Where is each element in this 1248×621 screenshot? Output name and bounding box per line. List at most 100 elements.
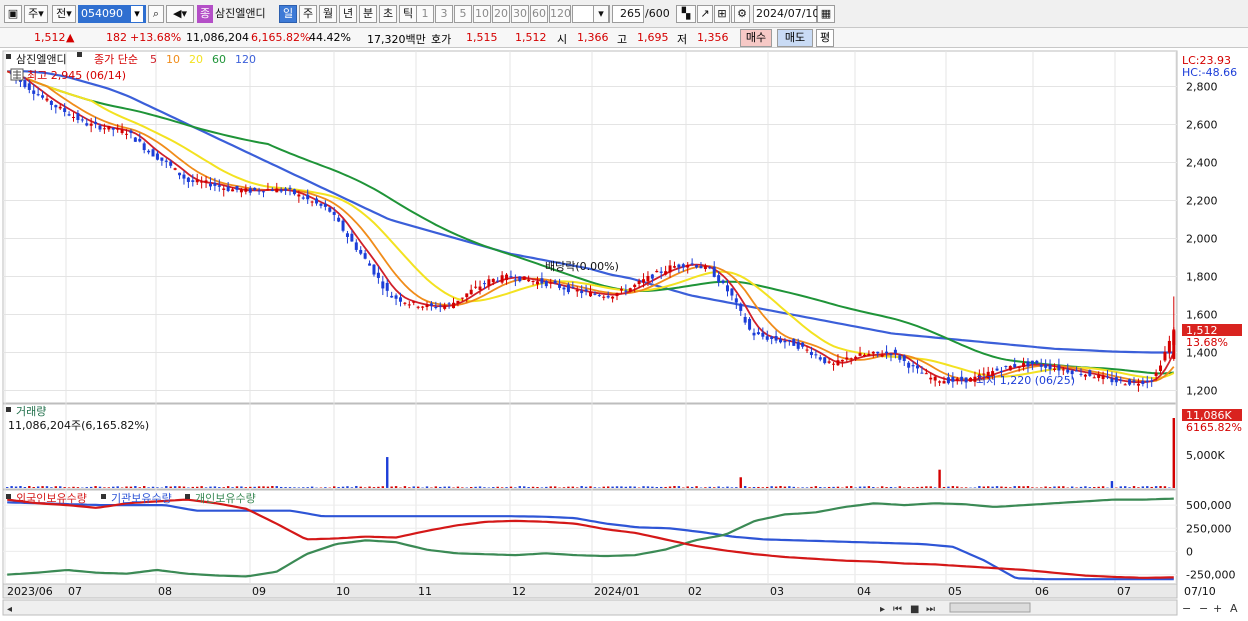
candle-body — [969, 377, 973, 382]
candle-body — [933, 376, 937, 381]
candle-body — [540, 278, 544, 284]
candle-body — [1052, 368, 1056, 370]
gear-icon[interactable]: ⚙ — [734, 5, 750, 23]
period-select[interactable]: 전▾ — [52, 5, 76, 23]
stock-code-input[interactable]: 054090 ▾ — [78, 5, 146, 23]
volume-bar — [933, 487, 937, 488]
candle-body — [178, 172, 182, 176]
search-icon[interactable]: ⌕ — [148, 5, 164, 23]
candle-body — [306, 194, 310, 200]
speaker-icon[interactable]: ◀▾ — [166, 5, 194, 23]
period-tab-6[interactable]: 틱 — [399, 5, 417, 23]
volume-bar — [823, 487, 826, 488]
period-tab-5[interactable]: 초 — [379, 5, 397, 23]
candle-body — [677, 264, 681, 268]
interval-tab-30[interactable]: 30 — [511, 5, 529, 23]
candle-body — [107, 125, 111, 130]
date-input[interactable]: 2024/07/10 — [753, 5, 819, 23]
sell-button[interactable]: 매도 — [777, 29, 813, 47]
indicator-icon[interactable]: ↗ — [697, 5, 713, 23]
candle-body — [646, 276, 650, 282]
period-tab-1[interactable]: 주 — [299, 5, 317, 23]
volume-bar — [447, 486, 451, 488]
stock-badge: 종 — [197, 5, 213, 23]
open-label: 시 — [557, 33, 568, 46]
interval-dropdown-icon[interactable]: ▾ — [593, 5, 609, 23]
candle-body — [381, 281, 385, 289]
candle-body — [350, 233, 354, 242]
evaluate-button[interactable]: 평 — [816, 29, 834, 47]
volume-bar — [23, 487, 27, 488]
chart-type-icon[interactable]: ▚ — [676, 5, 696, 23]
volume-bar — [757, 486, 760, 488]
layout-icon[interactable]: ⊞ — [714, 5, 730, 23]
market-select[interactable]: 주▾ — [24, 5, 48, 23]
volume-bar — [505, 487, 508, 488]
volume-bar — [1132, 486, 1136, 488]
window-menu-icon[interactable]: ▣ — [4, 5, 22, 23]
volume-bar — [403, 486, 407, 488]
volume-bar — [1084, 486, 1087, 488]
candle-body — [500, 275, 504, 283]
interval-tab-20[interactable]: 20 — [492, 5, 510, 23]
candle-body — [593, 293, 597, 295]
volume-bar — [6, 487, 9, 488]
holding-y-tick-0: 500,000 — [1186, 499, 1232, 512]
high-note: 최고 2,945 (06/14) — [27, 69, 126, 82]
volume-bar — [527, 487, 530, 488]
candle-body — [664, 271, 668, 275]
stock-chart[interactable]: 2,8002,6002,4002,2002,0001,8001,6001,400… — [0, 48, 1248, 621]
scrollbar[interactable]: ◂ ▸ ⏮ ■ ⏭ − − + A — [2, 599, 1238, 616]
volume-bar — [222, 487, 225, 488]
candle-body — [756, 332, 760, 335]
candle-body — [1066, 369, 1070, 373]
bar-count-input[interactable]: 265 — [612, 5, 644, 23]
candle-body — [783, 340, 787, 343]
period-tab-4[interactable]: 분 — [359, 5, 377, 23]
candle-body — [456, 300, 460, 304]
candle-body — [580, 290, 584, 294]
calendar-icon[interactable]: ▦ — [817, 5, 835, 23]
volume-bar — [1088, 487, 1092, 488]
volume-bar — [845, 486, 848, 488]
period-tab-0[interactable]: 일 — [279, 5, 297, 23]
volume-bar — [642, 486, 645, 488]
volume-bar — [1026, 486, 1030, 488]
candle-body — [809, 351, 813, 355]
last-page-icon: ⏭ — [926, 604, 935, 615]
period-tab-3[interactable]: 년 — [339, 5, 357, 23]
interval-tab-60[interactable]: 60 — [530, 5, 548, 23]
candle-body — [359, 249, 363, 254]
volume-bar — [947, 486, 950, 488]
candle-body — [867, 353, 871, 356]
volume-bar — [1141, 486, 1145, 488]
candle-body — [217, 185, 221, 187]
volume-bar — [151, 486, 155, 488]
volume-bar — [889, 486, 893, 488]
last-pct-label: 13.68% — [1186, 336, 1228, 349]
volume-bar — [766, 486, 769, 488]
candle-body — [920, 372, 924, 374]
volume-bar — [1101, 486, 1105, 488]
volume-bar — [867, 486, 871, 488]
x-axis-label-14: 07/10 — [1184, 585, 1216, 598]
volume-bar — [1000, 486, 1003, 488]
period-tab-2[interactable]: 월 — [319, 5, 337, 23]
volume-bar — [1075, 487, 1078, 488]
holding-legend-marker-0 — [6, 494, 11, 499]
candle-body — [708, 267, 712, 269]
candle-body — [915, 365, 919, 369]
candle-body — [633, 284, 637, 288]
interval-tab-1[interactable]: 1 — [416, 5, 434, 23]
interval-tab-5[interactable]: 5 — [454, 5, 472, 23]
ma-legend-10: 10 — [166, 53, 180, 66]
buy-button[interactable]: 매수 — [740, 29, 772, 47]
volume-bar — [346, 486, 349, 488]
interval-tab-10[interactable]: 10 — [473, 5, 491, 23]
volume-bar — [761, 487, 765, 488]
volume-bar — [218, 487, 221, 488]
candle-body — [743, 316, 747, 323]
interval-tab-120[interactable]: 120 — [549, 5, 571, 23]
interval-tab-3[interactable]: 3 — [435, 5, 453, 23]
candle-body — [487, 279, 491, 286]
